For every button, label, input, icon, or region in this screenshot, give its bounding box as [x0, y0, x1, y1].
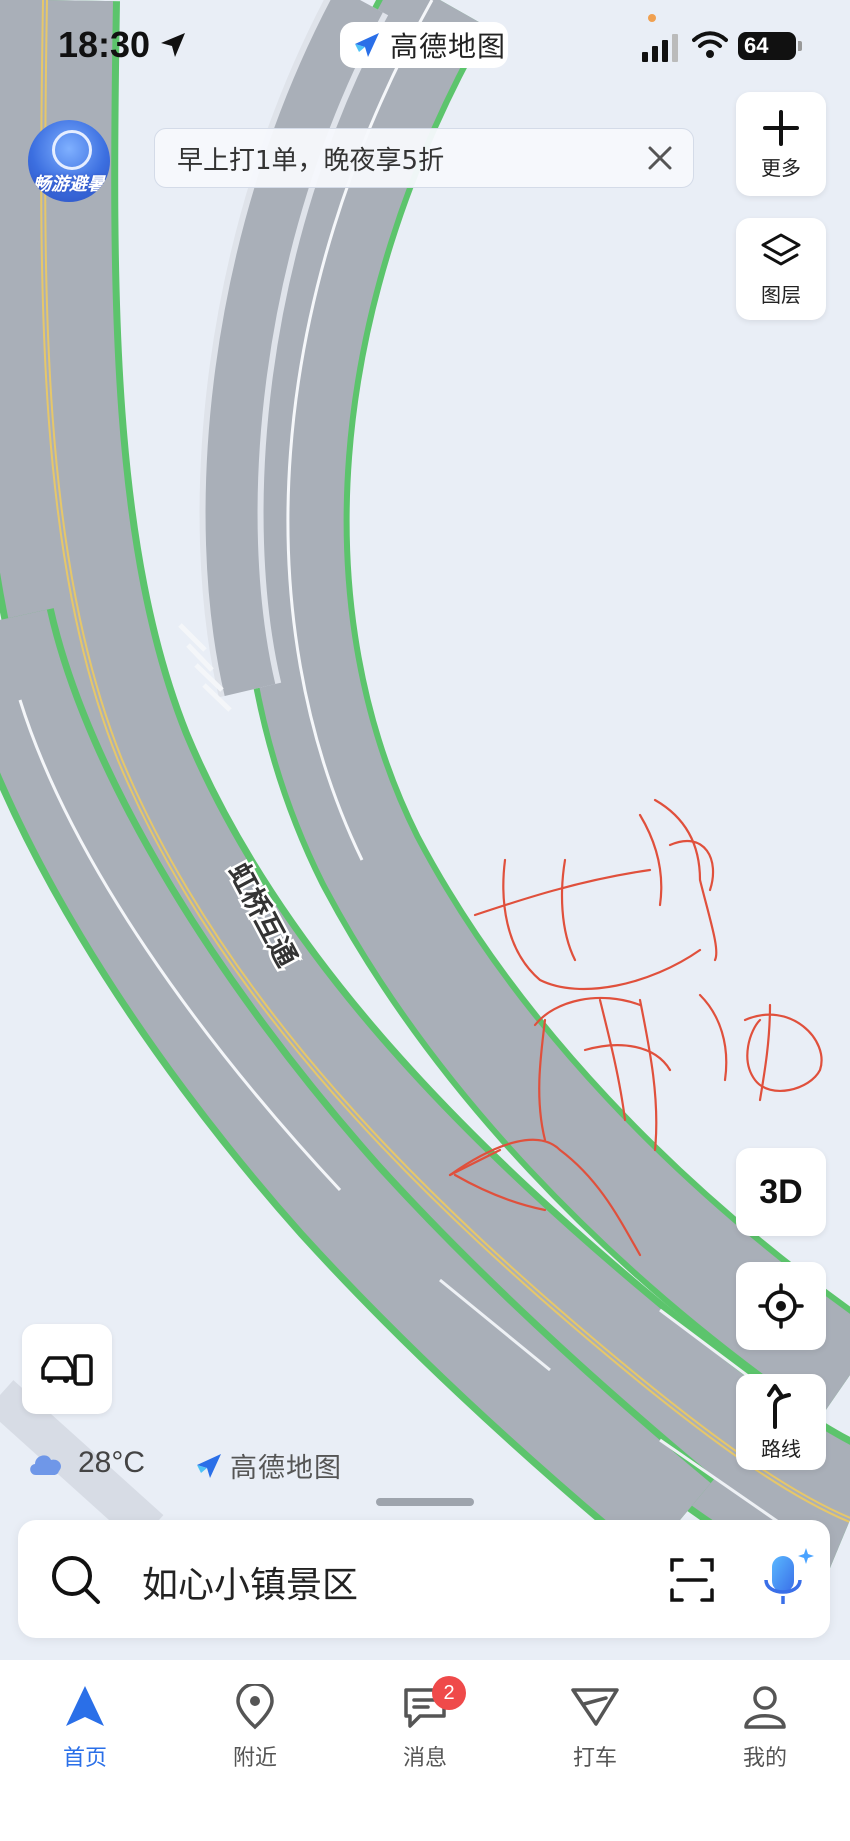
tab-label: 我的	[742, 1746, 787, 1771]
tab-messages[interactable]: 2 消息	[360, 1676, 490, 1772]
search-bar[interactable]: 如心小镇景区	[18, 1520, 830, 1638]
cloud-icon	[30, 1455, 62, 1475]
locate-me-button[interactable]	[736, 1262, 826, 1350]
location-arrow-icon	[161, 33, 185, 57]
battery-indicator: 64	[738, 32, 802, 60]
tab-profile[interactable]: 我的	[700, 1684, 830, 1772]
search-icon	[52, 1556, 100, 1604]
location-pin-icon	[236, 1684, 274, 1730]
taxi-flag-icon	[571, 1688, 619, 1726]
more-button[interactable]: 更多	[736, 92, 826, 196]
map-watermark: 高德地图	[194, 1446, 342, 1485]
voice-assistant-mic-icon[interactable]	[758, 1544, 820, 1614]
wifi-icon	[692, 31, 728, 58]
amap-logo-icon	[197, 1453, 221, 1478]
navigation-arrow-icon	[66, 1686, 104, 1726]
temperature: 28°C	[78, 1446, 146, 1479]
route-label: 路线	[761, 1436, 801, 1461]
3d-toggle-button[interactable]: 3D	[736, 1148, 826, 1236]
scan-icon[interactable]	[668, 1556, 716, 1604]
search-input[interactable]: 如心小镇景区	[142, 1556, 358, 1608]
crosshair-icon	[758, 1283, 804, 1329]
close-icon[interactable]	[645, 143, 675, 173]
promo-banner[interactable]: 早上打1单，晚夜享5折	[154, 128, 694, 188]
tab-label: 附近	[232, 1746, 277, 1771]
route-button[interactable]: 路线	[736, 1374, 826, 1470]
weather-widget[interactable]: 28°C	[26, 1446, 145, 1480]
cellular-signal-icon	[642, 34, 678, 62]
more-label: 更多	[761, 155, 801, 180]
tab-nearby[interactable]: 附近	[190, 1684, 320, 1772]
route-turn-icon	[767, 1383, 791, 1429]
promo-text: 早上打1单，晚夜享5折	[177, 145, 445, 176]
3d-label: 3D	[759, 1172, 803, 1211]
map-brand-name: 高德地图	[230, 1453, 342, 1484]
car-phone-icon	[41, 1354, 93, 1386]
avatar[interactable]: 畅游避暑	[28, 120, 110, 202]
user-icon	[744, 1686, 786, 1729]
tab-label: 消息	[402, 1746, 447, 1771]
layers-label: 图层	[761, 282, 801, 307]
privacy-dot	[648, 14, 656, 22]
layers-button[interactable]: 图层	[736, 218, 826, 320]
sheet-grabber[interactable]	[376, 1498, 474, 1506]
plus-icon	[763, 109, 799, 146]
amap-logo-icon	[355, 33, 379, 57]
unread-badge: 2	[432, 1676, 466, 1710]
ferris-wheel-icon	[52, 130, 92, 170]
tab-label: 打车	[572, 1746, 617, 1771]
tab-label: 首页	[62, 1746, 107, 1771]
bottom-tab-bar: 首页 附近 2 消息 打车 我的	[0, 1660, 850, 1841]
brand-name: 高德地图	[390, 30, 507, 63]
avatar-banner: 畅游避暑	[33, 174, 105, 195]
ride-traffic-button[interactable]	[22, 1324, 112, 1414]
tab-home[interactable]: 首页	[20, 1684, 150, 1772]
brand-pill[interactable]: 高德地图	[340, 22, 508, 68]
layers-icon	[761, 233, 801, 265]
status-time: 18:30	[58, 24, 151, 65]
tab-taxi[interactable]: 打车	[530, 1684, 660, 1772]
